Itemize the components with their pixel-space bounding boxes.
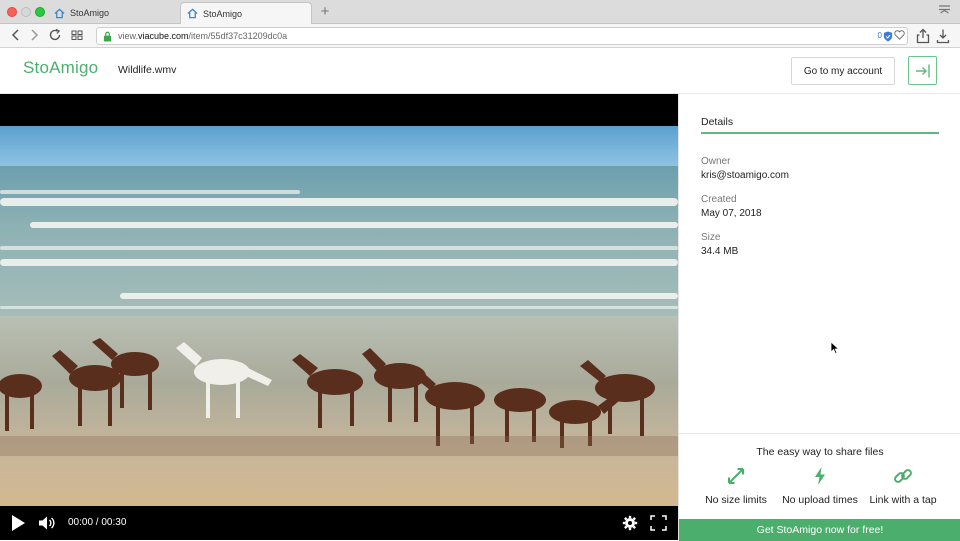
stoamigo-favicon-icon	[54, 8, 65, 18]
grid-icon[interactable]	[69, 27, 85, 43]
expand-arrows-icon	[728, 468, 744, 484]
browser-tab-1[interactable]: StoAmigo	[48, 2, 178, 24]
size-label: Size	[701, 232, 721, 243]
sign-out-icon	[915, 64, 930, 77]
volume-icon[interactable]	[38, 515, 56, 531]
browser-tab-label: StoAmigo	[203, 8, 243, 19]
video-frame[interactable]	[0, 126, 678, 506]
window-minimize-button[interactable]	[21, 7, 31, 17]
wave	[0, 246, 678, 250]
feature-no-size-limits: No size limits	[689, 466, 783, 506]
created-label: Created	[701, 194, 737, 205]
stoamigo-favicon-icon	[187, 8, 198, 19]
reload-icon[interactable]	[47, 27, 63, 43]
video-controls: 00:00 / 00:30	[0, 506, 678, 540]
menu-icon[interactable]	[939, 5, 950, 14]
window-maximize-button[interactable]	[35, 7, 45, 17]
details-tab-underline	[701, 132, 939, 134]
address-bar[interactable]: view. viacube.com/item/55df37c31209dc0a 0	[96, 27, 908, 45]
url-path: /item/55df37c31209dc0a	[188, 31, 288, 41]
browser-nav-bar: view. viacube.com/item/55df37c31209dc0a 0	[0, 24, 960, 48]
promo-panel: The easy way to share files No size limi…	[679, 433, 960, 541]
video-time: 00:00 / 00:30	[68, 517, 127, 528]
browser-tab-bar: StoAmigo StoAmigo +	[0, 0, 960, 24]
blocked-count: 0	[877, 31, 882, 40]
back-icon[interactable]	[8, 27, 24, 43]
share-icon[interactable]	[916, 28, 930, 44]
owner-label: Owner	[701, 156, 731, 167]
wave	[0, 306, 678, 309]
size-value: 34.4 MB	[701, 246, 739, 257]
wave	[0, 198, 678, 206]
forward-icon[interactable]	[26, 27, 42, 43]
get-stoamigo-button[interactable]: Get StoAmigo now for free!	[679, 519, 960, 541]
go-to-account-button[interactable]: Go to my account	[791, 57, 895, 85]
stoamigo-logo[interactable]: StoAmigo	[23, 58, 98, 78]
lock-icon	[103, 31, 112, 41]
feature-link-with-a-tap: Link with a tap	[856, 466, 950, 506]
video-sky	[0, 126, 678, 166]
wave	[0, 190, 300, 194]
fullscreen-icon[interactable]	[650, 515, 667, 531]
url-domain: viacube.com	[138, 31, 189, 41]
created-value: May 07, 2018	[701, 208, 762, 219]
download-icon[interactable]	[936, 28, 950, 44]
feature-label: No upload times	[782, 494, 858, 506]
gear-icon[interactable]	[622, 515, 638, 531]
sign-out-button[interactable]	[908, 56, 937, 85]
horses-image	[0, 338, 678, 456]
new-tab-button[interactable]: +	[318, 3, 332, 21]
wave	[120, 293, 678, 299]
browser-tab-label: StoAmigo	[70, 8, 110, 18]
window-close-button[interactable]	[7, 7, 17, 17]
link-icon	[894, 469, 912, 483]
mouse-cursor-icon	[830, 341, 840, 355]
video-player[interactable]: 00:00 / 00:30	[0, 94, 678, 540]
promo-title: The easy way to share files	[756, 446, 884, 458]
feature-no-upload-times: No upload times	[773, 466, 867, 506]
lightning-icon	[815, 467, 825, 485]
shield-icon[interactable]	[883, 31, 893, 42]
wave	[30, 222, 678, 228]
app-header: StoAmigo Wildlife.wmv Go to my account	[0, 48, 960, 94]
heart-icon[interactable]	[894, 30, 905, 40]
url-prefix: view.	[118, 31, 139, 41]
play-icon[interactable]	[10, 514, 26, 532]
feature-label: No size limits	[705, 494, 767, 506]
details-sidebar: Details Owner kris@stoamigo.com Created …	[678, 94, 960, 541]
owner-value: kris@stoamigo.com	[701, 170, 789, 181]
wave	[0, 259, 678, 266]
tab-details[interactable]: Details	[701, 116, 733, 128]
browser-tab-2-active[interactable]: StoAmigo	[180, 2, 312, 24]
file-name: Wildlife.wmv	[118, 64, 177, 76]
feature-label: Link with a tap	[869, 494, 937, 506]
